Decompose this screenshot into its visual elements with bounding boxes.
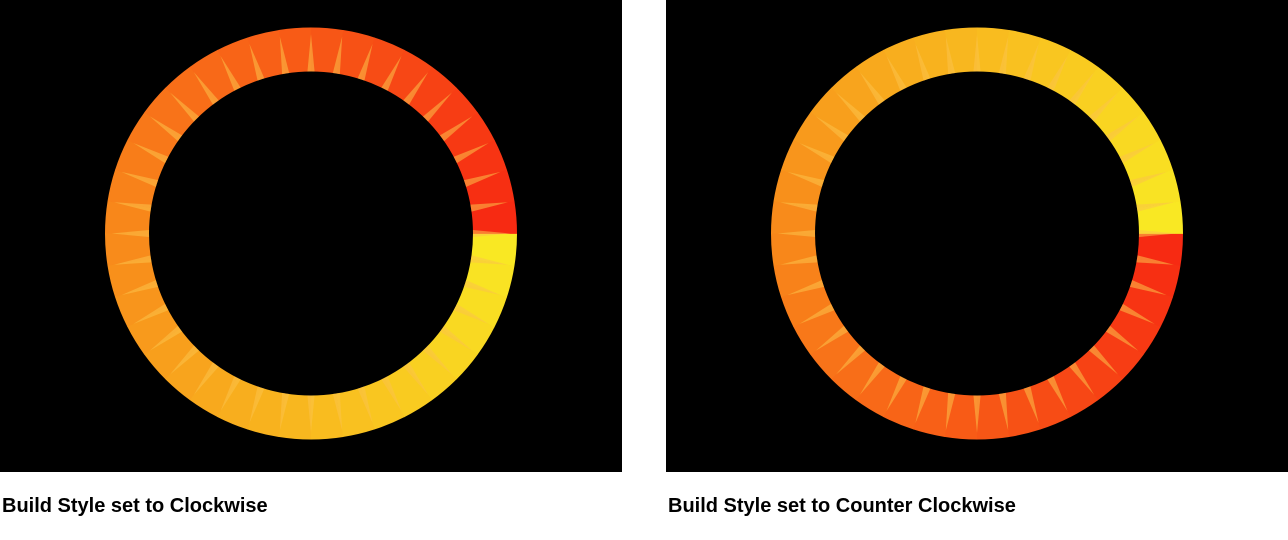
panel-clockwise: Build Style set to Clockwise <box>0 0 622 540</box>
canvas-counterclockwise <box>666 0 1288 472</box>
canvas-clockwise <box>0 0 622 472</box>
panel-gap <box>622 0 666 540</box>
caption-counterclockwise: Build Style set to Counter Clockwise <box>666 472 1288 518</box>
ring-counterclockwise <box>763 20 1191 453</box>
panel-counterclockwise: Build Style set to Counter Clockwise <box>666 0 1288 540</box>
ring-clockwise <box>97 20 525 453</box>
figure-comparison: Build Style set to Clockwise Build Style… <box>0 0 1288 540</box>
caption-clockwise: Build Style set to Clockwise <box>0 472 622 518</box>
